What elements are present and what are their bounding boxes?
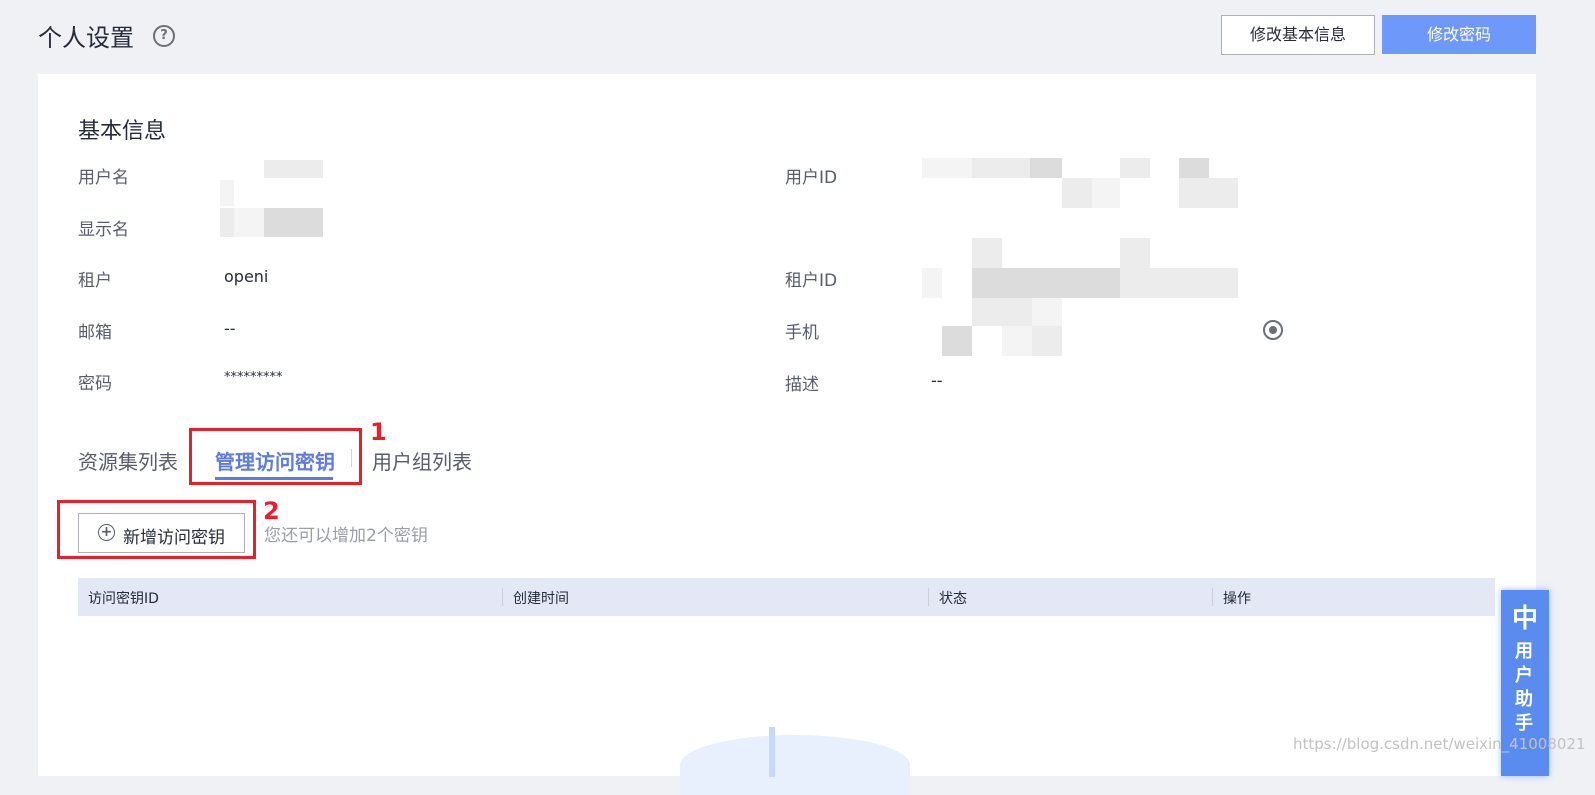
- password-value: *********: [224, 370, 283, 385]
- display-name-redacted-3: [264, 208, 323, 237]
- watermark: https://blog.csdn.net/weixin_41008021: [1293, 735, 1586, 753]
- email-value: --: [224, 319, 236, 338]
- phone-redacted-3: [942, 326, 972, 356]
- tenant-id-redacted-4: [972, 268, 1120, 298]
- display-name-redacted-2: [234, 208, 264, 237]
- phone-redacted: [972, 298, 1032, 326]
- edit-basic-info-button[interactable]: 修改基本信息: [1221, 15, 1375, 55]
- email-label: 邮箱: [78, 323, 112, 343]
- assistant-glyph: 中: [1512, 604, 1539, 634]
- tenant-id-label: 租户ID: [785, 271, 838, 291]
- password-label: 密码: [78, 374, 112, 394]
- column-header-status: 状态: [939, 591, 967, 607]
- tenant-id-redacted-5: [1120, 268, 1238, 298]
- user-id-label: 用户ID: [785, 168, 838, 188]
- change-password-button[interactable]: 修改密码: [1382, 15, 1536, 54]
- tenant-id-redacted: [972, 238, 1002, 268]
- user-id-redacted-4: [1120, 158, 1150, 178]
- tab-resource-sets[interactable]: 资源集列表: [78, 446, 178, 475]
- description-label: 描述: [785, 375, 819, 395]
- user-id-redacted: [922, 158, 972, 178]
- section-title-basic-info: 基本信息: [78, 119, 167, 144]
- tab-user-groups[interactable]: 用户组列表: [372, 446, 472, 475]
- phone-label: 手机: [785, 323, 819, 343]
- empty-state-illustration-detail: [769, 727, 775, 777]
- phone-redacted-4: [1002, 326, 1032, 356]
- empty-state-illustration: [680, 735, 910, 795]
- key-quota-hint: 您还可以增加2个密钥: [264, 526, 428, 546]
- column-divider: [502, 588, 503, 606]
- username-redacted-2: [220, 180, 234, 206]
- tenant-id-redacted-3: [922, 268, 942, 298]
- column-header-actions: 操作: [1223, 591, 1251, 607]
- annotation-number-1: 1: [370, 418, 387, 446]
- display-name-label: 显示名: [78, 220, 129, 240]
- column-header-created-time: 创建时间: [513, 591, 569, 607]
- access-keys-table-header: 访问密钥ID 创建时间 状态 操作: [78, 578, 1495, 616]
- user-id-redacted-5: [1179, 158, 1209, 178]
- username-redacted: [264, 160, 323, 178]
- top-bar: 个人设置 ? 修改基本信息 修改密码: [0, 0, 1595, 74]
- user-id-redacted-8: [1179, 178, 1238, 208]
- annotation-box-1: [189, 428, 362, 485]
- user-id-redacted-3: [1030, 158, 1062, 178]
- column-header-key-id: 访问密钥ID: [88, 591, 159, 607]
- column-divider: [1212, 588, 1213, 606]
- description-value: --: [931, 371, 943, 390]
- tenant-label: 租户: [78, 271, 112, 291]
- page-title: 个人设置: [38, 24, 134, 52]
- display-name-redacted: [220, 208, 234, 237]
- add-access-key-button[interactable]: + 新增访问密钥: [78, 513, 245, 553]
- column-divider: [928, 588, 929, 606]
- phone-redacted-5: [1032, 326, 1062, 356]
- user-id-redacted-6: [1062, 178, 1092, 208]
- help-icon[interactable]: ?: [153, 25, 175, 47]
- phone-redacted-2: [1032, 298, 1062, 326]
- add-access-key-label: 新增访问密钥: [123, 528, 225, 548]
- plus-circle-icon: +: [98, 524, 115, 541]
- show-phone-eye-icon[interactable]: [1263, 320, 1283, 340]
- assistant-label: 用户助手: [1515, 641, 1533, 734]
- user-id-redacted-7: [1092, 178, 1120, 208]
- tenant-id-redacted-2: [1120, 238, 1150, 268]
- tenant-value: openi: [224, 267, 269, 286]
- username-label: 用户名: [78, 168, 129, 188]
